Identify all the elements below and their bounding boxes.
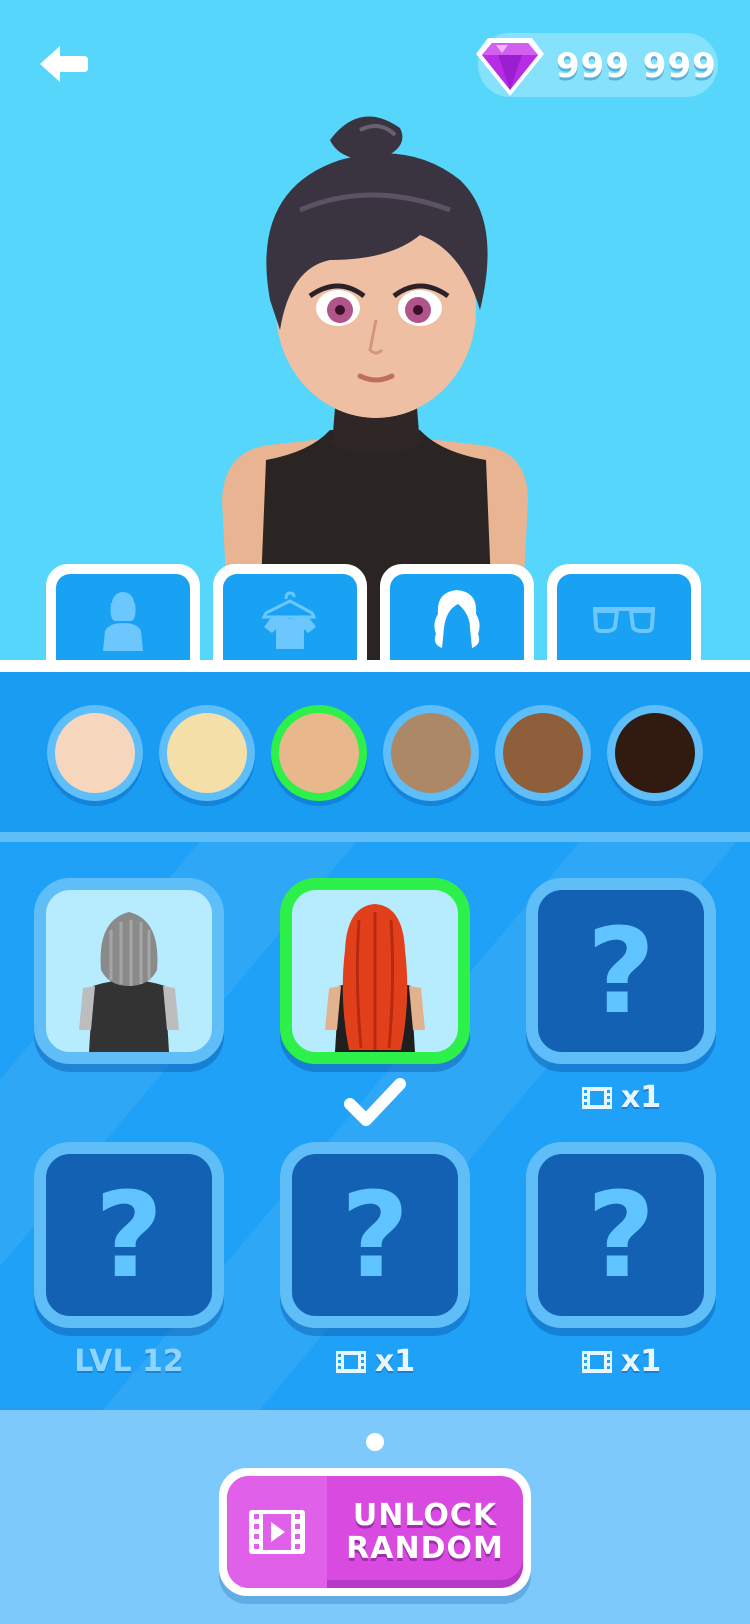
film-icon xyxy=(581,1087,612,1109)
locked-question-mark: ? xyxy=(94,1166,164,1304)
film-icon xyxy=(335,1351,366,1373)
skin-tone-swatch[interactable] xyxy=(271,705,367,801)
skin-tone-swatch[interactable] xyxy=(495,705,591,801)
hair-item-card[interactable] xyxy=(280,878,470,1064)
hair-item-card-locked[interactable]: ? xyxy=(526,1142,716,1328)
hair-icon xyxy=(434,590,480,648)
tab-body[interactable] xyxy=(46,564,200,674)
currency-amount: 999 999 xyxy=(556,46,717,86)
video-icon xyxy=(249,1510,305,1554)
hair-preview-gray xyxy=(79,912,179,1052)
skin-tone-swatch[interactable] xyxy=(47,705,143,801)
shirt-icon xyxy=(262,591,317,649)
locked-question-mark: ? xyxy=(586,902,656,1040)
back-arrow-icon[interactable] xyxy=(38,44,90,84)
locked-question-mark: ? xyxy=(340,1166,410,1304)
hair-item-card-locked[interactable]: ? xyxy=(526,878,716,1064)
glasses-icon xyxy=(592,607,656,633)
level-requirement-label: LVL 12 xyxy=(74,1344,184,1379)
page-indicator-dot[interactable] xyxy=(366,1433,384,1451)
hair-item-card[interactable] xyxy=(34,878,224,1064)
checkmark-icon xyxy=(344,1078,406,1126)
hair-item-card-locked[interactable]: ? xyxy=(280,1142,470,1328)
hair-preview-red xyxy=(325,904,425,1052)
unlock-random-label: UNLOCK RANDOM xyxy=(346,1498,504,1566)
locked-question-mark: ? xyxy=(586,1166,656,1304)
skin-tone-swatch[interactable] xyxy=(383,705,479,801)
tab-outfit[interactable] xyxy=(213,564,367,674)
tab-glasses[interactable] xyxy=(547,564,701,674)
unlock-cost-label: x1 xyxy=(526,1342,716,1382)
person-icon xyxy=(103,592,143,651)
skin-tone-swatch[interactable] xyxy=(607,705,703,801)
panel-divider xyxy=(0,660,750,672)
hair-item-card-locked[interactable]: ? xyxy=(34,1142,224,1328)
gem-icon xyxy=(476,38,544,96)
unlock-cost-label: x1 xyxy=(526,1078,716,1118)
unlock-random-button[interactable]: UNLOCK RANDOM xyxy=(219,1468,531,1596)
unlock-cost-label: x1 xyxy=(280,1342,470,1382)
tab-hair[interactable] xyxy=(380,564,534,674)
film-icon xyxy=(581,1351,612,1373)
skin-tone-swatch[interactable] xyxy=(159,705,255,801)
